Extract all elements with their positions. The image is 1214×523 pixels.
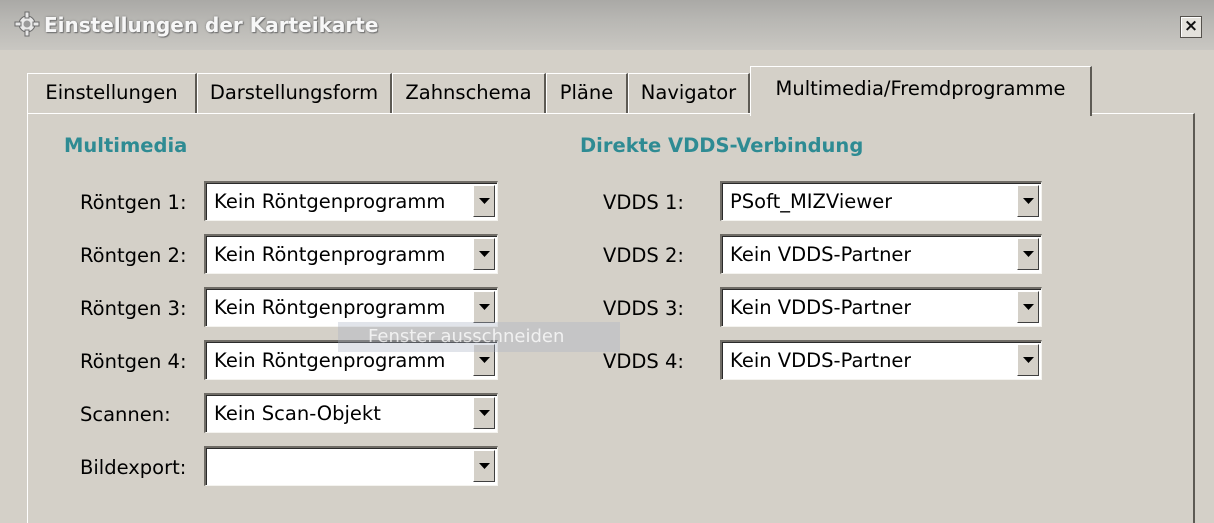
vdds-3-select[interactable]: Kein VDDS-Partner (720, 287, 1042, 327)
vdds-1-label: VDDS 1: (603, 191, 684, 214)
chevron-down-icon (1023, 357, 1034, 363)
dropdown-button[interactable] (473, 291, 495, 323)
tab-zahnschema[interactable]: Zahnschema (392, 73, 546, 113)
roentgen-1-select[interactable]: Kein Röntgenprogramm (204, 181, 498, 221)
dropdown-button[interactable] (473, 238, 495, 270)
dropdown-button[interactable] (473, 185, 495, 217)
roentgen-2-select[interactable]: Kein Röntgenprogramm (204, 234, 498, 274)
title-bar: Einstellungen der Karteikarte × (0, 0, 1214, 50)
multimedia-heading: Multimedia (64, 134, 188, 157)
chevron-down-icon (479, 198, 490, 204)
roentgen-1-label: Röntgen 1: (80, 191, 187, 214)
chevron-down-icon (479, 304, 490, 310)
bildexport-label: Bildexport: (80, 456, 187, 479)
chevron-down-icon (479, 251, 490, 257)
dropdown-button[interactable] (473, 397, 495, 429)
roentgen-3-value: Kein Röntgenprogramm (214, 296, 446, 319)
chevron-down-icon (1023, 251, 1034, 257)
roentgen-3-select[interactable]: Kein Röntgenprogramm (204, 287, 498, 327)
vdds-2-value: Kein VDDS-Partner (730, 243, 912, 266)
vdds-4-select[interactable]: Kein VDDS-Partner (720, 340, 1042, 380)
chevron-down-icon (479, 410, 490, 416)
roentgen-4-value: Kein Röntgenprogramm (214, 349, 446, 372)
vdds-2-label: VDDS 2: (603, 244, 684, 267)
bildexport-select[interactable] (204, 446, 498, 486)
close-button[interactable]: × (1180, 16, 1202, 38)
vdds-1-select[interactable]: PSoft_MIZViewer (720, 181, 1042, 221)
roentgen-4-label: Röntgen 4: (80, 350, 187, 373)
dropdown-button[interactable] (1017, 291, 1039, 323)
dropdown-button[interactable] (1017, 344, 1039, 376)
vdds-3-value: Kein VDDS-Partner (730, 296, 912, 319)
chevron-down-icon (1023, 198, 1034, 204)
roentgen-2-label: Röntgen 2: (80, 244, 187, 267)
dropdown-button[interactable] (1017, 185, 1039, 217)
tab-navigator[interactable]: Navigator (628, 73, 750, 113)
roentgen-2-value: Kein Röntgenprogramm (214, 243, 446, 266)
vdds-2-select[interactable]: Kein VDDS-Partner (720, 234, 1042, 274)
window-title: Einstellungen der Karteikarte (44, 13, 379, 37)
scannen-label: Scannen: (80, 403, 171, 426)
dropdown-button[interactable] (473, 450, 495, 482)
vdds-heading: Direkte VDDS-Verbindung (580, 134, 864, 157)
vdds-3-label: VDDS 3: (603, 297, 684, 320)
tab-darstellungsform[interactable]: Darstellungsform (197, 73, 392, 113)
vdds-4-label: VDDS 4: (603, 350, 684, 373)
dropdown-button[interactable] (1017, 238, 1039, 270)
vdds-1-value: PSoft_MIZViewer (730, 190, 893, 213)
snipping-overlay-tooltip: Fenster ausschneiden (338, 322, 620, 352)
roentgen-3-label: Röntgen 3: (80, 297, 187, 320)
scannen-select[interactable]: Kein Scan-Objekt (204, 393, 498, 433)
chevron-down-icon (479, 463, 490, 469)
close-icon: × (1183, 16, 1199, 36)
roentgen-1-value: Kein Röntgenprogramm (214, 190, 446, 213)
chevron-down-icon (1023, 304, 1034, 310)
gear-icon (14, 11, 40, 37)
tab-einstellungen[interactable]: Einstellungen (27, 73, 197, 113)
vdds-4-value: Kein VDDS-Partner (730, 349, 912, 372)
scannen-value: Kein Scan-Objekt (214, 402, 381, 425)
tab-multimedia-fremdprogramme[interactable]: Multimedia/Fremdprogramme (750, 66, 1092, 116)
tab-plaene[interactable]: Pläne (546, 73, 628, 113)
chevron-down-icon (479, 357, 490, 363)
